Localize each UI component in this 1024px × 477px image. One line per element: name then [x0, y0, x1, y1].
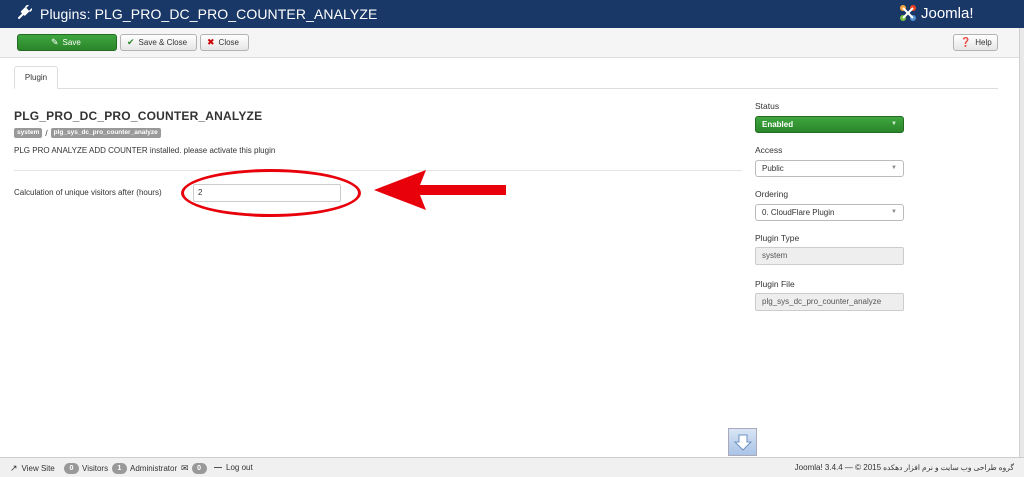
- scroll-down-button[interactable]: [728, 428, 757, 456]
- joomla-logo[interactable]: Joomla!: [898, 2, 974, 24]
- toolbar: ✎ Save ✔ Save & Close ✖ Close ❓ Help: [0, 28, 1024, 58]
- help-button[interactable]: ❓ Help: [953, 34, 998, 51]
- status-select[interactable]: Enabled ▼: [755, 116, 904, 133]
- external-link-icon: ↗: [10, 463, 18, 473]
- close-button-label: Close: [218, 38, 239, 47]
- plugin-type-label: Plugin Type: [755, 233, 800, 243]
- logout-label: Log out: [226, 463, 253, 472]
- chevron-down-icon: ▼: [891, 165, 897, 171]
- chevron-down-icon: ▼: [891, 209, 897, 215]
- group-badge: system: [14, 128, 43, 138]
- close-button[interactable]: ✖ Close: [200, 34, 249, 51]
- visitors-label: Visitors: [82, 464, 109, 473]
- plugin-description: PLG PRO ANALYZE ADD COUNTER installed. p…: [14, 146, 276, 155]
- status-select-value: Enabled: [762, 120, 794, 129]
- visitors-link[interactable]: 0 Visitors: [64, 463, 108, 474]
- plugin-file-field: plg_sys_dc_pro_counter_analyze: [755, 293, 904, 311]
- arrow-down-icon: [733, 434, 753, 451]
- checkmark-icon: ✔: [127, 37, 135, 47]
- page-title: Plugins: PLG_PRO_DC_PRO_COUNTER_ANALYZE: [40, 6, 378, 22]
- admin-count-badge: 1: [112, 463, 127, 474]
- cancel-circle-icon: ✖: [207, 37, 215, 47]
- edit-icon: ✎: [51, 37, 59, 47]
- badge-separator: /: [45, 128, 48, 138]
- save-button-label: Save: [62, 38, 81, 47]
- admin-link[interactable]: 1 Administrator: [112, 463, 177, 474]
- envelope-icon: ✉: [181, 463, 189, 473]
- credits-text[interactable]: گروه طراحی وب سایت و نرم افزار دهکده: [883, 463, 1014, 472]
- view-site-link[interactable]: ↗ View Site: [10, 463, 55, 474]
- chevron-down-icon: ▼: [891, 121, 897, 127]
- minus-icon: —: [214, 463, 222, 472]
- access-select[interactable]: Public ▼: [755, 160, 904, 177]
- save-close-button-label: Save & Close: [138, 38, 188, 47]
- plugin-badges: system / plg_sys_dc_pro_counter_analyze: [14, 128, 161, 138]
- joomla-logo-text: Joomla!: [921, 4, 974, 22]
- tab-plugin[interactable]: Plugin: [14, 66, 58, 89]
- visitors-count-badge: 0: [64, 463, 79, 474]
- view-site-label: View Site: [21, 464, 55, 473]
- help-button-label: Help: [975, 38, 992, 47]
- messages-link[interactable]: ✉ 0: [181, 463, 210, 474]
- access-label: Access: [755, 145, 783, 155]
- access-select-value: Public: [762, 164, 784, 173]
- ordering-label: Ordering: [755, 189, 789, 199]
- save-button[interactable]: ✎ Save: [17, 34, 117, 51]
- question-circle-icon: ❓: [960, 37, 972, 47]
- save-close-button[interactable]: ✔ Save & Close: [120, 34, 197, 51]
- power-cord-icon: [18, 5, 32, 19]
- messages-count-badge: 0: [191, 463, 207, 474]
- footer-credits: Joomla! 3.4.4 — © 2015 گروه طراحی وب سای…: [795, 463, 1014, 472]
- status-label: Status: [755, 101, 780, 111]
- joomla-logo-icon: [900, 5, 916, 21]
- element-badge: plg_sys_dc_pro_counter_analyze: [50, 128, 161, 138]
- status-bar: ↗ View Site 0 Visitors 1 Administrator ✉…: [0, 457, 1024, 477]
- version-text: Joomla! 3.4.4 — © 2015: [794, 463, 882, 472]
- annotation-arrow: [374, 170, 506, 210]
- logout-link[interactable]: — Log out: [214, 463, 253, 472]
- vertical-scrollbar[interactable]: [1019, 28, 1024, 458]
- admin-label: Administrator: [130, 464, 178, 473]
- header-bar: Plugins: PLG_PRO_DC_PRO_COUNTER_ANALYZE …: [0, 0, 1024, 28]
- unique-visitors-label: Calculation of unique visitors after (ho…: [14, 188, 162, 197]
- plugin-title: PLG_PRO_DC_PRO_COUNTER_ANALYZE: [14, 109, 263, 123]
- plugin-type-field: system: [755, 247, 904, 265]
- ordering-select[interactable]: 0. CloudFlare Plugin ▼: [755, 204, 904, 221]
- annotation-ellipse: [181, 169, 361, 217]
- ordering-select-value: 0. CloudFlare Plugin: [762, 208, 835, 217]
- plugin-file-label: Plugin File: [755, 279, 795, 289]
- tab-bar: Plugin: [14, 66, 998, 89]
